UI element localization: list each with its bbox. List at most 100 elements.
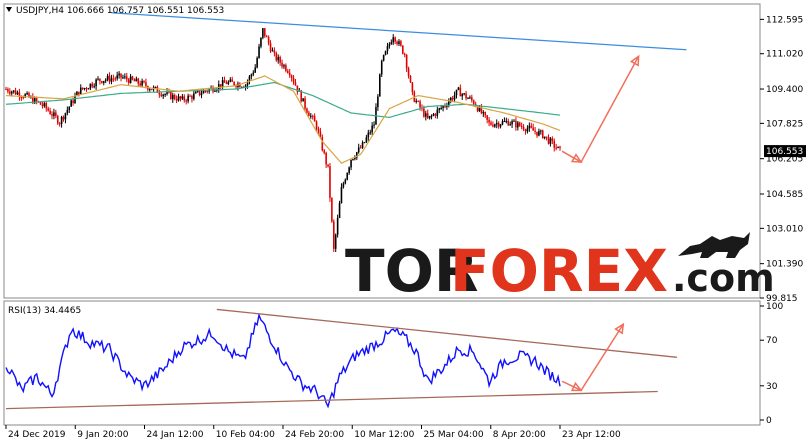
price-tick-label: 107.825 — [766, 119, 803, 129]
candle-body — [281, 62, 283, 67]
candle-body — [304, 98, 306, 109]
candle-body — [492, 124, 494, 127]
candle-body — [206, 91, 209, 93]
candle-body — [559, 146, 561, 148]
candle-body — [154, 86, 157, 88]
candle-body — [515, 120, 517, 128]
candle-body — [187, 95, 189, 102]
candle-body — [104, 79, 107, 81]
candle-body — [265, 36, 268, 38]
candle-body — [114, 78, 117, 80]
candle-body — [133, 79, 136, 82]
candle-body — [66, 109, 69, 114]
candle-body — [179, 96, 182, 99]
candle-body — [388, 44, 391, 47]
candle-body — [338, 203, 341, 218]
time-tick-label: 8 Apr 20:00 — [493, 430, 546, 440]
candle-body — [534, 130, 536, 132]
candle-body — [505, 120, 508, 122]
candle-body — [499, 124, 502, 127]
candle-body — [524, 129, 527, 132]
candle-body — [198, 90, 201, 96]
candle-body — [200, 93, 203, 96]
candle-body — [461, 94, 464, 97]
candle-body — [311, 115, 314, 117]
candle-body — [379, 74, 381, 97]
candle-body — [415, 100, 418, 102]
rsi-tick-label: 0 — [766, 416, 772, 426]
candle-body — [530, 125, 533, 128]
candle-body — [553, 140, 556, 148]
rsi-chart-frame — [3, 300, 761, 426]
candle-body — [323, 150, 326, 153]
candle-body — [7, 89, 9, 92]
candle-body — [294, 82, 297, 86]
candle-body — [363, 142, 366, 144]
candle-body — [55, 112, 57, 117]
candle-body — [185, 100, 187, 102]
candle-body — [102, 80, 105, 83]
candle-body — [9, 91, 11, 94]
candle-body — [137, 78, 140, 84]
candle-body — [81, 87, 84, 90]
candle-body — [419, 101, 421, 108]
candle-body — [526, 128, 529, 132]
candle-body — [428, 115, 431, 119]
candle-body — [279, 57, 281, 63]
candle-body — [365, 137, 368, 143]
price-tick-label: 109.400 — [766, 85, 803, 95]
candle-body — [45, 102, 48, 109]
candle-body — [543, 136, 546, 139]
candle-body — [191, 96, 193, 99]
candle-body — [101, 81, 103, 83]
price-tick-label: 104.585 — [766, 190, 803, 200]
candle-body — [158, 92, 161, 95]
candle-body — [332, 221, 335, 249]
time-tick-label: 10 Mar 12:00 — [354, 430, 414, 440]
candle-body — [60, 116, 63, 124]
candle-body — [513, 120, 515, 122]
candle-body — [87, 88, 90, 90]
candle-body — [97, 78, 99, 80]
candle-body — [150, 89, 153, 91]
candle-body — [425, 113, 427, 117]
candle-body — [528, 125, 531, 129]
candle-body — [511, 121, 513, 125]
time-tick-label: 9 Jan 20:00 — [77, 430, 129, 440]
price-tick-label: 111.020 — [766, 50, 803, 60]
candle-body — [540, 130, 542, 132]
candle-body — [306, 108, 308, 113]
candle-body — [64, 113, 67, 120]
candle-body — [233, 81, 235, 86]
candle-body — [43, 102, 46, 107]
candle-body — [309, 115, 312, 117]
candle-body — [342, 183, 345, 188]
candle-body — [139, 83, 141, 86]
candle-body — [472, 100, 475, 105]
candle-body — [518, 122, 521, 126]
candle-body — [49, 110, 51, 115]
candle-body — [277, 57, 280, 61]
candle-body — [361, 142, 364, 148]
chart-canvas: TOR FOREX .com 112.595 111.020 109.400 107.… — [3, 3, 806, 440]
candle-body — [145, 82, 147, 87]
candle-body — [72, 100, 74, 104]
candle-body — [58, 123, 61, 125]
candle-body — [173, 94, 176, 100]
candle-body — [371, 125, 373, 133]
candle-body — [39, 102, 42, 105]
candle-body — [403, 53, 406, 55]
candle-body — [426, 113, 429, 119]
candle-body — [417, 100, 419, 102]
candle-body — [438, 108, 441, 110]
candle-body — [56, 116, 59, 124]
candle-body — [471, 97, 473, 101]
candle-body — [432, 114, 435, 116]
candle-body — [83, 88, 86, 90]
candle-body — [465, 93, 467, 99]
candle-body — [340, 187, 343, 204]
candle-body — [517, 122, 519, 128]
candle-body — [434, 114, 437, 116]
candle-body — [547, 136, 550, 144]
chart-header[interactable]: USDJPY,H4 106.666 106.757 106.551 106.55… — [6, 6, 224, 16]
